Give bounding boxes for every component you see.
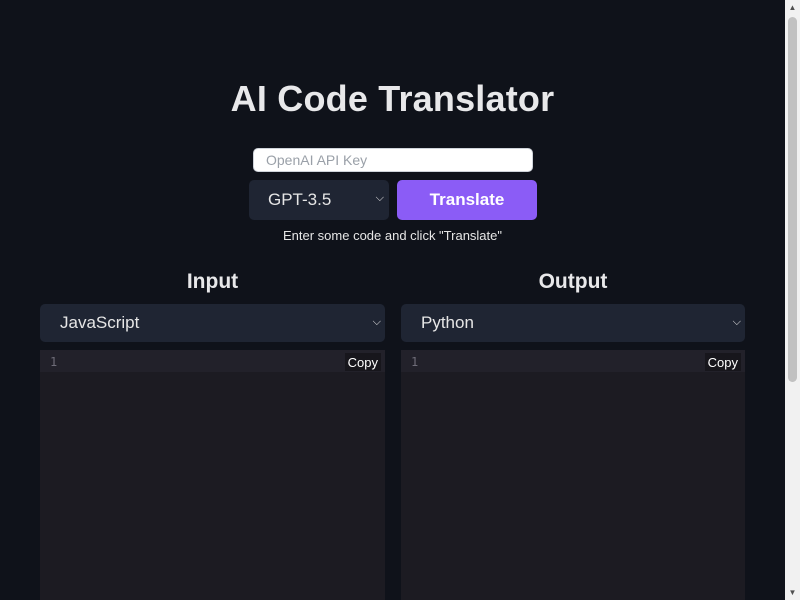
input-copy-button[interactable]: Copy bbox=[344, 353, 381, 371]
line-number: 1 bbox=[50, 355, 58, 369]
arrow-up-icon[interactable]: ▲ bbox=[785, 0, 800, 15]
output-title: Output bbox=[538, 270, 608, 293]
model-select[interactable]: GPT-3.5 ⌵ bbox=[249, 180, 389, 220]
input-language-select[interactable]: JavaScript ⌵ bbox=[40, 304, 385, 342]
output-copy-button[interactable]: Copy bbox=[704, 353, 741, 371]
chevron-down-icon: ⌵ bbox=[732, 316, 741, 328]
active-line bbox=[40, 350, 385, 372]
status-hint: Enter some code and click "Translate" bbox=[282, 228, 502, 243]
input-code-editor[interactable]: 1 Copy bbox=[40, 350, 385, 600]
line-number: 1 bbox=[411, 355, 419, 369]
scrollbar-thumb[interactable] bbox=[788, 17, 797, 382]
chevron-down-icon: ⌵ bbox=[375, 192, 384, 204]
api-key-input[interactable] bbox=[253, 148, 533, 172]
output-language-select[interactable]: Python ⌵ bbox=[401, 304, 745, 342]
input-language-value: JavaScript bbox=[60, 313, 140, 332]
arrow-down-icon[interactable]: ▼ bbox=[785, 585, 800, 600]
output-language-value: Python bbox=[421, 313, 474, 332]
page: AI Code Translator GPT-3.5 ⌵ Translate E… bbox=[0, 0, 800, 600]
page-title: AI Code Translator bbox=[230, 78, 555, 119]
page-scrollbar[interactable]: ▲ ▼ bbox=[785, 0, 800, 600]
translate-button[interactable]: Translate bbox=[397, 180, 537, 220]
model-select-value: GPT-3.5 bbox=[268, 190, 332, 209]
chevron-down-icon: ⌵ bbox=[372, 316, 381, 328]
active-line bbox=[401, 350, 745, 372]
input-title: Input bbox=[186, 270, 239, 293]
output-code-editor[interactable]: 1 Copy bbox=[401, 350, 745, 600]
